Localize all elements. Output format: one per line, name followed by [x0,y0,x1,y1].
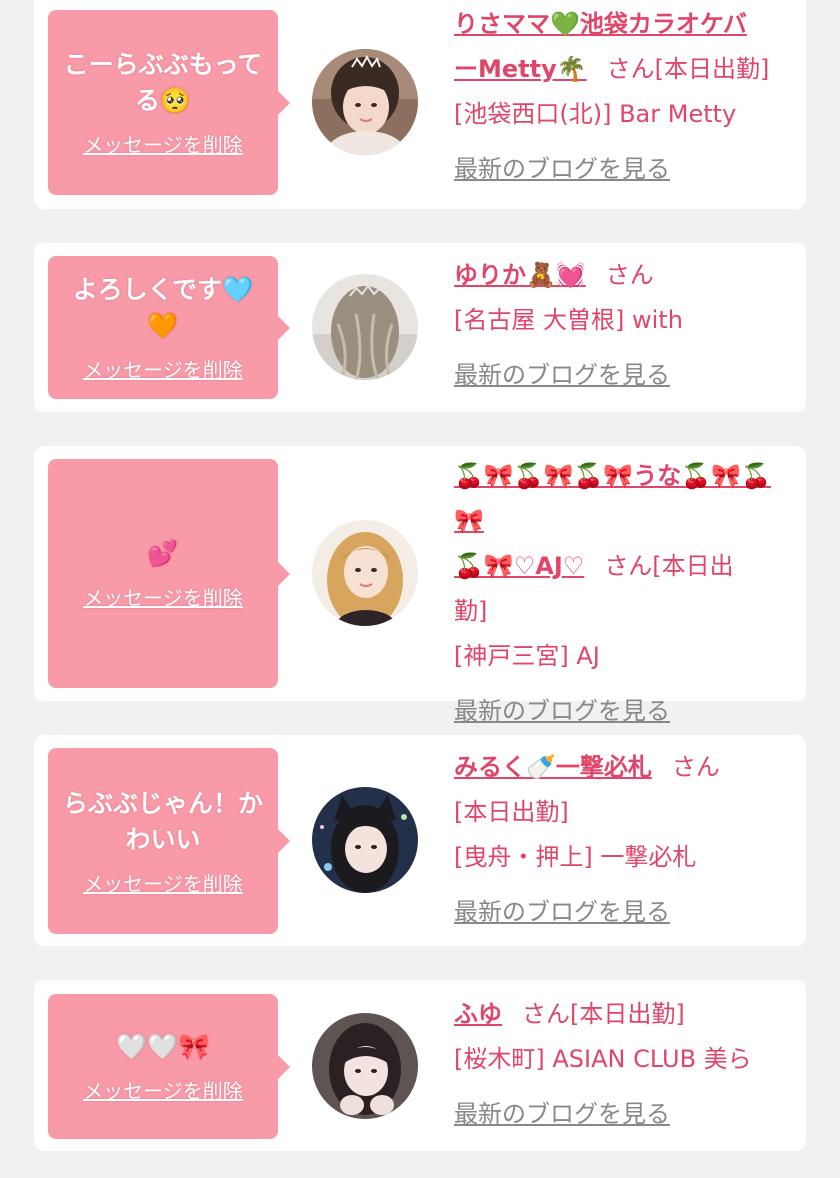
message-text: らぶぶじゃん！か わいい [62,788,263,854]
profile-name-link[interactable]: ーMetty🌴 [454,55,587,83]
delete-message-link[interactable]: メッセージを削除 [83,354,243,383]
avatar[interactable] [312,274,418,380]
message-bubble: らぶぶじゃん！か わいい メッセージを削除 [48,748,290,934]
message-card: らぶぶじゃん！か わいい メッセージを削除 みるく🍼一撃必札 さん [本日出勤] … [34,735,806,946]
profile-name-link[interactable]: 🍒🎀🍒🎀🍒🎀うな🍒🎀🍒🎀 [454,462,771,535]
message-bubble: よろしくです🩵 🧡 メッセージを削除 [48,256,290,399]
message-text: 💕 [147,539,179,568]
profile-name-link[interactable]: りさママ💚池袋カラオケバ [454,10,747,38]
profile-info: 🍒🎀🍒🎀🍒🎀うな🍒🎀🍒🎀 🍒🎀♡AJ♡ さん[本日出 勤] [神戸三宮] AJ 最… [454,454,800,734]
delete-message-link[interactable]: メッセージを削除 [83,129,243,158]
status-text: 勤] [454,597,488,625]
message-text: よろしくです🩵 🧡 [72,275,254,340]
message-bubble: こーらぶぶもって る🥺 メッセージを削除 [48,10,290,195]
status-text: さん[本日出勤] [606,55,770,83]
latest-blog-link[interactable]: 最新のブログを見る [454,890,670,935]
message-card: 💕 メッセージを削除 🍒🎀🍒🎀🍒🎀うな🍒🎀🍒🎀 🍒🎀♡AJ♡ さん[本日出 勤] … [34,446,806,725]
avatar[interactable] [312,1013,418,1119]
message-text: こーらぶぶもって る🥺 [63,50,263,115]
avatar-dark-hair-woman-icon [312,1013,418,1119]
status-text: さん[本日出勤] [522,1000,685,1028]
latest-blog-link[interactable]: 最新のブログを見る [454,1092,670,1137]
profile-info: りさママ💚池袋カラオケバ ーMetty🌴 さん[本日出勤] [池袋西口(北)] B… [454,2,800,192]
status-text: [本日出勤] [454,798,569,826]
profile-info: ゆりか🧸💓 さん [名古屋 大曽根] with 最新のブログを見る [454,253,800,398]
avatar[interactable] [312,520,418,626]
status-text: さん [671,753,720,781]
avatar-woman-tiara-icon [312,49,418,155]
message-bubble: 💕 メッセージを削除 [48,459,290,688]
delete-message-link[interactable]: メッセージを削除 [83,868,243,897]
profile-name-link[interactable]: みるく🍼一撃必札 [454,753,652,781]
latest-blog-link[interactable]: 最新のブログを見る [454,689,670,734]
avatar[interactable] [312,49,418,155]
shop-text: [桜木町] ASIAN CLUB 美ら [454,1045,752,1073]
message-bubble: 🤍🤍🎀 メッセージを削除 [48,994,290,1139]
profile-info: ふゆ さん[本日出勤] [桜木町] ASIAN CLUB 美ら 最新のブログを見る [454,992,800,1137]
status-text: さん [605,261,654,289]
profile-name-link[interactable]: 🍒🎀♡AJ♡ [454,552,584,580]
shop-text: [名古屋 大曽根] with [454,306,683,334]
profile-info: みるく🍼一撃必札 さん [本日出勤] [曳舟・押上] 一撃必札 最新のブログを見る [454,745,800,935]
avatar-cat-ears-icon [312,787,418,893]
status-text: さん[本日出 [604,552,734,580]
delete-message-link[interactable]: メッセージを削除 [83,582,243,611]
message-card: こーらぶぶもって る🥺 メッセージを削除 りさママ💚池袋カラオケバ ーMetty… [34,0,806,209]
shop-text: [神戸三宮] AJ [454,642,600,670]
message-text: 🤍🤍🎀 [116,1032,210,1061]
profile-name-link[interactable]: ふゆ [454,1000,502,1028]
profile-name-link[interactable]: ゆりか🧸💓 [454,261,586,289]
shop-text: [曳舟・押上] 一撃必札 [454,843,697,871]
avatar[interactable] [312,787,418,893]
avatar-blonde-woman-icon [312,520,418,626]
avatar-back-of-head-icon [312,274,418,380]
latest-blog-link[interactable]: 最新のブログを見る [454,147,670,192]
message-card: よろしくです🩵 🧡 メッセージを削除 ゆりか🧸💓 さん [名古屋 大曽根] wit… [34,243,806,412]
latest-blog-link[interactable]: 最新のブログを見る [454,353,670,398]
message-card: 🤍🤍🎀 メッセージを削除 ふゆ さん[本日出勤] [桜木町] ASIAN CLUB… [34,980,806,1151]
delete-message-link[interactable]: メッセージを削除 [83,1075,243,1104]
shop-text: [池袋西口(北)] Bar Metty [454,100,737,128]
